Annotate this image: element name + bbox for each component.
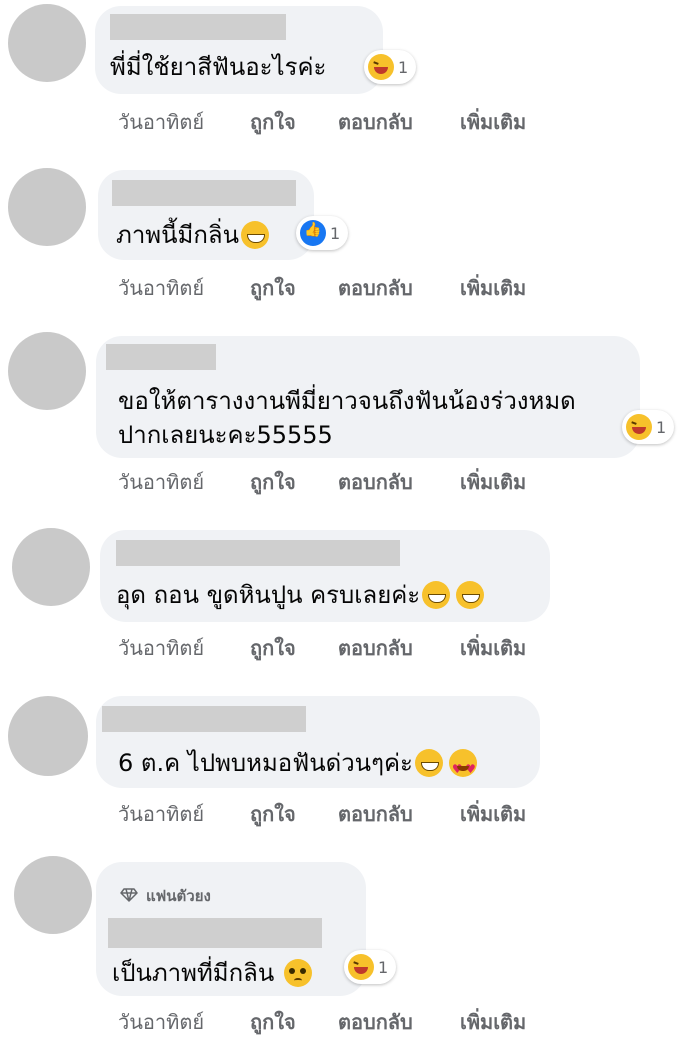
like-button[interactable]: ถูกใจ [250, 798, 296, 830]
comment-text: อุด ถอน ขูดหินปูน ครบเลยค่ะ [116, 578, 485, 612]
comment-timestamp[interactable]: วันอาทิตย์ [118, 106, 204, 138]
reply-button[interactable]: ตอบกลับ [338, 106, 413, 138]
comment-timestamp[interactable]: วันอาทิตย์ [118, 1006, 204, 1038]
avatar[interactable] [14, 856, 92, 934]
comment-text: 6 ต.ค ไปพบหมอฟันด่วนๆค่ะ [118, 746, 477, 786]
laughing-reaction-icon [626, 414, 652, 440]
reaction-count: 1 [398, 57, 409, 77]
reply-button[interactable]: ตอบกลับ [338, 1006, 413, 1038]
grinning-emoji-icon [241, 221, 269, 249]
comment-bubble: 6 ต.ค ไปพบหมอฟันด่วนๆค่ะ [96, 696, 540, 788]
avatar[interactable] [8, 332, 86, 410]
avatar[interactable] [8, 4, 86, 82]
laughing-reaction-icon [368, 54, 394, 80]
comment-text-line: เป็นภาพที่มีกลิน [112, 959, 275, 987]
diamond-icon [120, 888, 138, 902]
top-fan-label: แฟนตัวยง [146, 887, 211, 905]
redacted-author-name [116, 540, 400, 566]
comment-bubble: ขอให้ตารางงานพีมี่ยาวจนถึงฟันน้องร่วงหมด… [96, 336, 640, 458]
more-button[interactable]: เพิ่มเติม [460, 1006, 526, 1038]
redacted-author-name [110, 14, 286, 40]
reply-button[interactable]: ตอบกลับ [338, 798, 413, 830]
like-button[interactable]: ถูกใจ [250, 106, 296, 138]
like-reaction-icon [300, 220, 326, 246]
top-fan-badge: แฟนตัวยง [120, 884, 211, 908]
more-button[interactable]: เพิ่มเติม [460, 632, 526, 664]
avatar[interactable] [12, 528, 90, 606]
grinning-emoji-icon [414, 749, 443, 777]
comment-timestamp[interactable]: วันอาทิตย์ [118, 798, 204, 830]
comment-bubble: อุด ถอน ขูดหินปูน ครบเลยค่ะ [100, 530, 550, 622]
avatar[interactable] [8, 168, 86, 246]
comment-timestamp[interactable]: วันอาทิตย์ [118, 466, 204, 498]
comment-text-line: 6 ต.ค ไปพบหมอฟันด่วนๆค่ะ [118, 749, 413, 777]
comment-bubble: ภาพนี้มีกลิ่น [98, 170, 314, 260]
comment-text-line: พี่มี่ใช้ยาสีฟันอะไรค่ะ [110, 53, 327, 81]
redacted-author-name [112, 180, 296, 206]
like-button[interactable]: ถูกใจ [250, 466, 296, 498]
comment-timestamp[interactable]: วันอาทิตย์ [118, 632, 204, 664]
like-button[interactable]: ถูกใจ [250, 1006, 296, 1038]
avatar[interactable] [8, 696, 88, 776]
reaction-count: 1 [656, 417, 667, 437]
comment-bubble: แฟนตัวยง เป็นภาพที่มีกลิน [96, 862, 366, 996]
like-button[interactable]: ถูกใจ [250, 272, 296, 304]
reply-button[interactable]: ตอบกลับ [338, 632, 413, 664]
grinning-emoji-icon [422, 581, 451, 609]
laughing-reaction-icon [348, 954, 374, 980]
more-button[interactable]: เพิ่มเติม [460, 798, 526, 830]
more-button[interactable]: เพิ่มเติม [460, 106, 526, 138]
comment-text: ภาพนี้มีกลิ่น [116, 218, 269, 252]
reaction-badge[interactable]: 1 [364, 50, 417, 84]
reaction-badge[interactable]: 1 [296, 216, 349, 250]
comment-text: ขอให้ตารางงานพีมี่ยาวจนถึงฟันน้องร่วงหมด… [118, 384, 576, 452]
reply-button[interactable]: ตอบกลับ [338, 466, 413, 498]
heart-eyes-emoji-icon [448, 749, 477, 786]
redacted-author-name [102, 706, 306, 732]
grinning-emoji-icon [456, 581, 485, 609]
like-button[interactable]: ถูกใจ [250, 632, 296, 664]
reaction-badge[interactable]: 1 [622, 410, 675, 444]
redacted-author-name [108, 918, 322, 948]
comment-text-line: อุด ถอน ขูดหินปูน ครบเลยค่ะ [116, 581, 421, 609]
reaction-count: 1 [378, 957, 389, 977]
comment-text: พี่มี่ใช้ยาสีฟันอะไรค่ะ [110, 50, 326, 84]
comment-text-line: ปากเลยนะคะ55555 [118, 421, 333, 449]
reaction-badge[interactable]: 1 [344, 950, 397, 984]
comment-text: เป็นภาพที่มีกลิน [112, 956, 313, 990]
comment-timestamp[interactable]: วันอาทิตย์ [118, 272, 204, 304]
reaction-count: 1 [330, 223, 341, 243]
more-button[interactable]: เพิ่มเติม [460, 466, 526, 498]
comment-bubble: พี่มี่ใช้ยาสีฟันอะไรค่ะ [95, 6, 383, 94]
comment-text-line: ภาพนี้มีกลิ่น [116, 221, 239, 249]
pleading-emoji-icon [284, 959, 313, 987]
more-button[interactable]: เพิ่มเติม [460, 272, 526, 304]
reply-button[interactable]: ตอบกลับ [338, 272, 413, 304]
comment-text-line: ขอให้ตารางงานพีมี่ยาวจนถึงฟันน้องร่วงหมด [118, 387, 576, 415]
redacted-author-name [106, 344, 216, 370]
